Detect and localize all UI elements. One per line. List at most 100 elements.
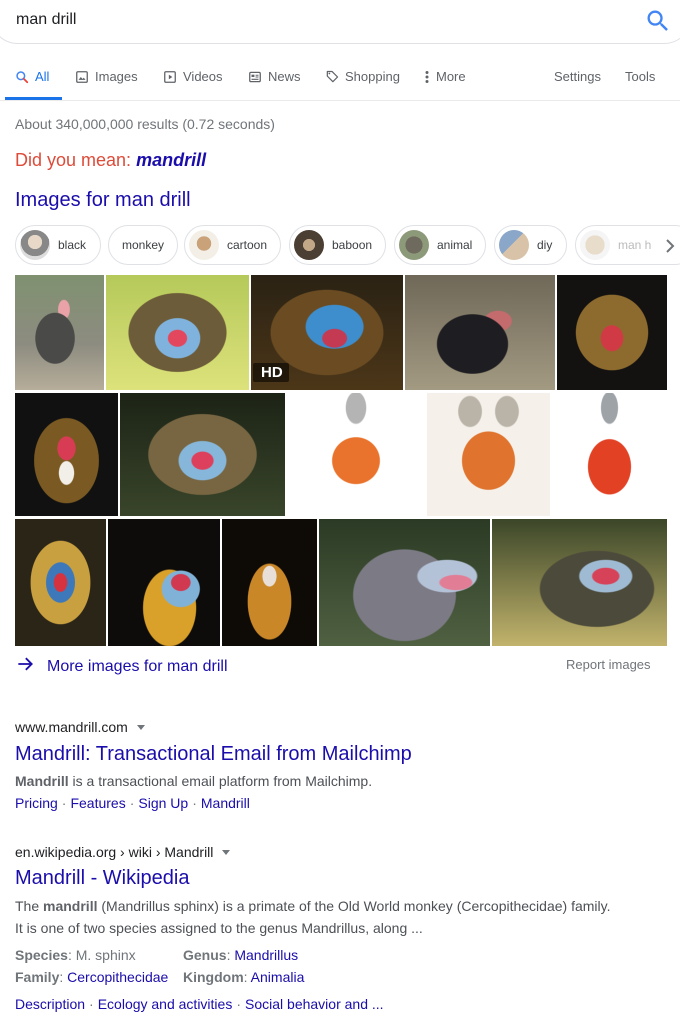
image-result[interactable] [15,519,106,646]
tab-videos[interactable]: Videos [163,69,223,84]
snippet-bold: Mandrill [15,773,69,789]
chip-thumbnail [20,230,50,260]
fact-species: Species: M. sphinx [15,944,136,966]
chip-label: man h [618,238,652,252]
fact-value: M. sphinx [75,947,136,963]
image-result[interactable] [492,519,667,646]
chip-diy[interactable]: diy [494,225,567,265]
image-result[interactable] [15,393,118,516]
chip-thumbnail [399,230,429,260]
separator: · [192,795,197,811]
more-vert-icon [424,70,430,84]
sitelink-description[interactable]: Description [15,996,85,1012]
fact-colon: : [59,969,68,985]
separator: · [89,996,94,1012]
chip-thumbnail [580,230,610,260]
image-result[interactable] [319,519,490,646]
chip-monkey[interactable]: monkey [108,225,179,265]
tab-label: All [35,69,50,84]
did-you-mean-link[interactable]: mandrill [136,150,206,170]
result-url: en.wikipedia.org › wiki › Mandrill [15,844,214,860]
result-url: www.mandrill.com [15,719,128,735]
image-result[interactable]: HD [251,275,403,390]
tab-label: Shopping [345,69,400,84]
tab-shopping[interactable]: Shopping [325,69,400,84]
images-heading[interactable]: Images for man drill [15,189,191,212]
tab-label: Settings [554,69,601,84]
separator: · [129,795,135,811]
sitelink-sign-up[interactable]: Sign Up [138,795,188,811]
tab-tools[interactable]: Tools [625,69,655,84]
tab-images[interactable]: Images [75,69,138,84]
tab-settings[interactable]: Settings [554,69,601,84]
sitelink-features[interactable]: Features [70,795,125,811]
image-result[interactable] [108,519,220,646]
tab-label: Videos [183,69,223,84]
image-icon [75,70,89,84]
snippet-text: It is one of two species assigned to the… [15,920,423,936]
image-result[interactable] [106,275,249,390]
snippet-text: (Mandrillus sphinx) is a primate of the … [97,898,611,914]
tab-all[interactable]: All [15,69,49,84]
tab-label: News [268,69,301,84]
chip-animal[interactable]: animal [394,225,486,265]
separator: · [236,996,242,1012]
sitelinks: Description · Ecology and activities · Soc… [15,996,384,1012]
fact-value[interactable]: Cercopithecidae [67,969,168,985]
sitelink-ecology[interactable]: Ecology and activities [98,996,233,1012]
image-result[interactable] [427,393,550,516]
fact-colon: : [243,969,251,985]
tab-more[interactable]: More [424,69,466,84]
tab-label: More [436,69,466,84]
tab-news[interactable]: News [248,69,301,84]
chip-label: black [58,238,87,252]
image-result[interactable] [552,393,667,516]
fact-value[interactable]: Animalia [251,969,305,985]
snippet-text: is a transactional email platform from M… [68,773,373,789]
result-snippet: Mandrill is a transactional email platfo… [15,770,372,792]
tab-label: Tools [625,69,656,84]
image-result[interactable] [405,275,555,390]
fact-key: Species [15,947,68,963]
report-images-link[interactable]: Report images [566,657,651,672]
search-box[interactable] [0,0,680,44]
dropdown-arrow-icon[interactable] [222,850,231,855]
image-refinement-chips: black monkey cartoon baboon animal diy m… [15,225,680,265]
search-icon[interactable] [644,7,672,35]
arrow-right-icon [15,654,35,679]
more-images-label: More images for man drill [47,657,228,675]
search-input[interactable]: man drill [16,11,76,29]
active-tab-indicator [5,97,62,100]
fact-value[interactable]: Mandrillus [234,947,298,963]
image-result[interactable] [222,519,317,646]
chip-thumbnail [294,230,324,260]
chip-cartoon[interactable]: cartoon [184,225,281,265]
fact-key: Genus [183,947,227,963]
chip-label: monkey [122,238,165,252]
search-icon [15,70,29,84]
result-stats: About 340,000,000 results (0.72 seconds) [15,116,275,132]
hd-badge: HD [253,363,289,382]
image-result[interactable] [15,275,104,390]
snippet-bold: mandrill [43,898,98,914]
more-images-link[interactable]: More images for man drill [15,654,228,679]
image-result[interactable] [120,393,285,516]
chip-label: diy [537,238,553,252]
chip-label: animal [437,238,473,252]
chip-baboon[interactable]: baboon [289,225,386,265]
sitelink-social-behavior[interactable]: Social behavior and ... [245,996,384,1012]
sitelink-mandrill[interactable]: Mandrill [201,795,250,811]
fact-genus: Genus: Mandrillus [183,944,298,966]
chevron-right-icon[interactable] [660,236,680,256]
separator: · [61,795,67,811]
dropdown-arrow-icon[interactable] [136,725,145,730]
fact-colon: : [67,947,76,963]
video-icon [163,70,177,84]
result-title[interactable]: Mandrill - Wikipedia [15,867,190,890]
result-title[interactable]: Mandrill: Transactional Email from Mailc… [15,743,412,766]
sitelink-pricing[interactable]: Pricing [15,795,58,811]
chip-thumbnail [499,230,529,260]
image-result[interactable] [287,393,425,516]
image-result[interactable] [557,275,667,390]
chip-black[interactable]: black [15,225,101,265]
